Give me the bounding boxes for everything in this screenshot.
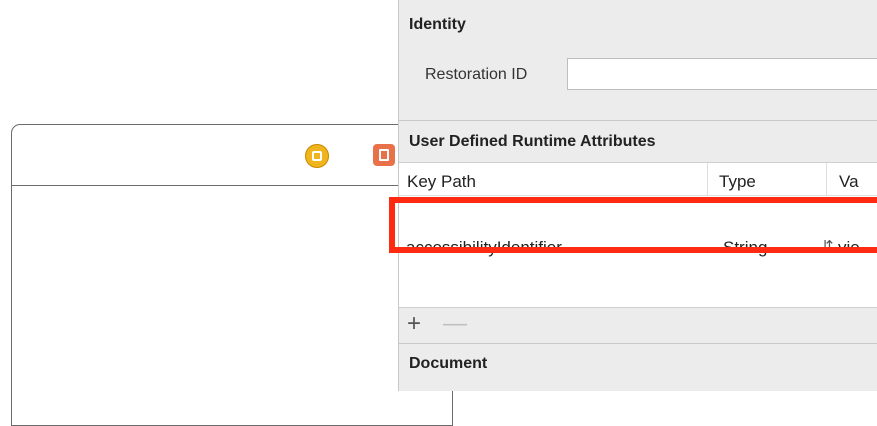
section-divider (399, 343, 877, 344)
highlight-box (389, 197, 877, 253)
section-divider (399, 120, 877, 121)
view-controller-scene[interactable] (11, 124, 453, 426)
view-controller-icon[interactable] (305, 144, 329, 168)
storyboard-canvas (0, 0, 453, 426)
identity-section-title: Identity (409, 16, 466, 33)
add-attribute-button[interactable]: + (407, 312, 421, 336)
restoration-id-label: Restoration ID (425, 66, 528, 83)
restoration-id-field[interactable] (567, 58, 877, 90)
scene-dock (12, 125, 452, 186)
document-section-title: Document (409, 355, 488, 372)
runtime-attributes-section-title: User Defined Runtime Attributes (409, 133, 656, 150)
first-responder-icon[interactable] (373, 144, 395, 166)
remove-attribute-button[interactable]: — (443, 312, 467, 336)
